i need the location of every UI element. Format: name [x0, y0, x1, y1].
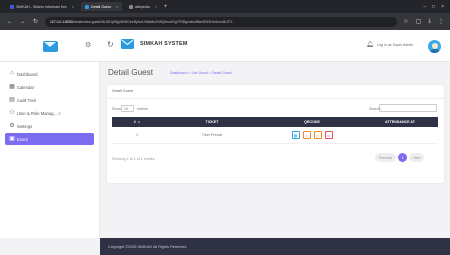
tab-favicon-icon	[128, 4, 133, 9]
sidebar-item-label: Calendar	[17, 84, 34, 90]
tab-close-icon[interactable]: ×	[155, 5, 157, 9]
browser-tab[interactable]: wikipedia ×	[125, 2, 161, 11]
table-header-cell[interactable]: ATTENDANCE AT	[362, 120, 438, 124]
tab-close-icon[interactable]: ×	[116, 5, 118, 9]
sidebar-item-label: Settings	[17, 123, 33, 129]
sidebar-item-label: Event	[17, 136, 28, 142]
footer: Copyright ©2025 SIMKAH All Rights Reserv…	[100, 238, 450, 255]
sidebar-item-label: User & Role Manag... >	[17, 110, 61, 116]
page-1-button[interactable]: 1	[398, 153, 408, 162]
detail-card: Detail Guest Show 10 entries Search: # ⇅ …	[107, 85, 444, 183]
pagination: Previous 1 Next	[375, 153, 425, 162]
divider	[107, 98, 444, 99]
table-header-cell[interactable]: QRCODE	[262, 120, 362, 124]
download-file-icon[interactable]: ▯	[313, 131, 322, 139]
card-title: Detail Guest	[112, 89, 133, 93]
envelope-logo-icon	[42, 40, 58, 52]
qrcode-view-icon[interactable]: ▦	[291, 131, 300, 139]
table-header-cell[interactable]: TICKET	[162, 120, 262, 124]
main-content: Detail Guest Dashboard > List Guest > De…	[100, 62, 450, 238]
previous-button[interactable]: Previous	[375, 153, 397, 162]
page-title: Detail Guest	[108, 68, 154, 77]
bell-icon[interactable]: 🔔︎	[366, 41, 374, 48]
window-controls: – □ ×	[423, 4, 450, 10]
reload-icon[interactable]: ↻	[32, 18, 39, 25]
share-icon[interactable]: <	[302, 131, 311, 139]
browser-tabbar: SIMKAH - Sistem Informasi Kec × Detail G…	[0, 0, 450, 13]
next-button[interactable]: Next	[409, 153, 425, 162]
sidebar-item-audit-trail[interactable]: ▤ Audit Trail	[5, 94, 94, 106]
tab-label: Detail Guest	[91, 4, 111, 9]
search-input[interactable]	[379, 104, 437, 112]
entries-label: entries	[137, 107, 148, 111]
table-cell-ticket: Tiket Presisi	[201, 133, 223, 137]
home-icon: ⌂	[10, 70, 14, 76]
table-header-cell[interactable]: # ⇅	[112, 120, 162, 124]
users-icon: ⚇	[9, 110, 15, 116]
avatar[interactable]	[428, 40, 441, 53]
table-cell-no: 1	[135, 133, 139, 137]
breadcrumb[interactable]: Dashboard > List Guest > Detail Guest	[170, 71, 232, 75]
envelope-logo-icon	[121, 39, 134, 49]
print-icon[interactable]: ▭	[324, 131, 333, 139]
sidebar-item-event[interactable]: ▣ Event	[5, 133, 94, 145]
table-cell-attendance: -	[399, 133, 401, 137]
header-label: #	[133, 120, 136, 124]
show-label: Show	[112, 107, 121, 111]
gear-icon[interactable]: ⚙	[85, 41, 91, 49]
tab-close-icon[interactable]: ×	[72, 5, 74, 9]
url-path: /create/view-guest/3tLDfOp9QpWNiC/eeByhc…	[72, 19, 233, 24]
url-host: 127.0.0.1:8000	[50, 19, 73, 24]
back-icon[interactable]: ←	[6, 19, 13, 25]
table-row: 1 Tiket Presisi ▦ < ▯ ▭ -	[112, 127, 438, 144]
bookmark-star-icon[interactable]: ☆	[403, 18, 408, 25]
download-icon[interactable]: ⤓	[428, 18, 431, 25]
table-header: # ⇅ TICKET QRCODE ATTENDANCE AT	[112, 117, 438, 127]
tab-label: SIMKAH - Sistem Informasi Kec	[16, 4, 67, 9]
app-title: SIMKAH SYSTEM	[140, 41, 188, 47]
sidebar-item-user-role[interactable]: ⚇ User & Role Manag... >	[5, 107, 94, 119]
sort-icon: ⇅	[137, 120, 141, 124]
qrcode-actions: ▦ < ▯ ▭	[262, 131, 362, 139]
calendar-icon: ▦	[9, 84, 15, 90]
browser-toolbar-icons: ☆ ▢ ⤓ ⋮	[403, 18, 444, 25]
refresh-icon[interactable]: ↻	[107, 40, 114, 49]
browser-addressbar: ← → ↻ 127.0.0.1:8000 /create/view-guest/…	[0, 13, 450, 30]
maximize-icon[interactable]: □	[432, 4, 435, 10]
sidebar: ⌂ Dashboard ▦ Calendar ▤ Audit Trail ⚇ U…	[0, 62, 100, 238]
tab-favicon-icon	[10, 4, 14, 9]
grid-icon: ▣	[9, 136, 15, 142]
document-icon: ▤	[9, 97, 15, 103]
tab-favicon-icon	[85, 4, 90, 9]
url-input[interactable]: 127.0.0.1:8000 /create/view-guest/3tLDfO…	[45, 16, 398, 27]
new-tab-icon[interactable]: +	[164, 4, 168, 10]
sidebar-item-calendar[interactable]: ▦ Calendar	[5, 81, 94, 93]
extension-icon[interactable]: ▢	[416, 18, 422, 25]
tab-label: wikipedia	[134, 4, 150, 9]
gear-icon: ⚙	[9, 123, 15, 129]
browser-tab[interactable]: SIMKAH - Sistem Informasi Kec ×	[6, 2, 78, 11]
close-window-icon[interactable]: ×	[441, 4, 444, 10]
app-topbar: ⚙ ↻ SIMKAH SYSTEM 🔔︎ Log in as Super Adm…	[0, 30, 450, 62]
browser-tab-active[interactable]: Detail Guest ×	[81, 2, 122, 11]
minimize-icon[interactable]: –	[423, 4, 426, 10]
sidebar-item-label: Dashboard	[17, 71, 38, 77]
menu-dots-icon[interactable]: ⋮	[438, 18, 444, 25]
entries-select[interactable]: 10	[121, 105, 134, 112]
sidebar-item-settings[interactable]: ⚙ Settings	[5, 120, 94, 132]
sidebar-item-label: Audit Trail	[17, 97, 36, 103]
showing-info: Showing 1 to 1 of 1 entries	[112, 157, 155, 161]
sidebar-item-dashboard[interactable]: ⌂ Dashboard	[5, 68, 94, 80]
forward-icon[interactable]: →	[19, 19, 26, 25]
login-status: Log in as Super Admin	[377, 43, 414, 47]
